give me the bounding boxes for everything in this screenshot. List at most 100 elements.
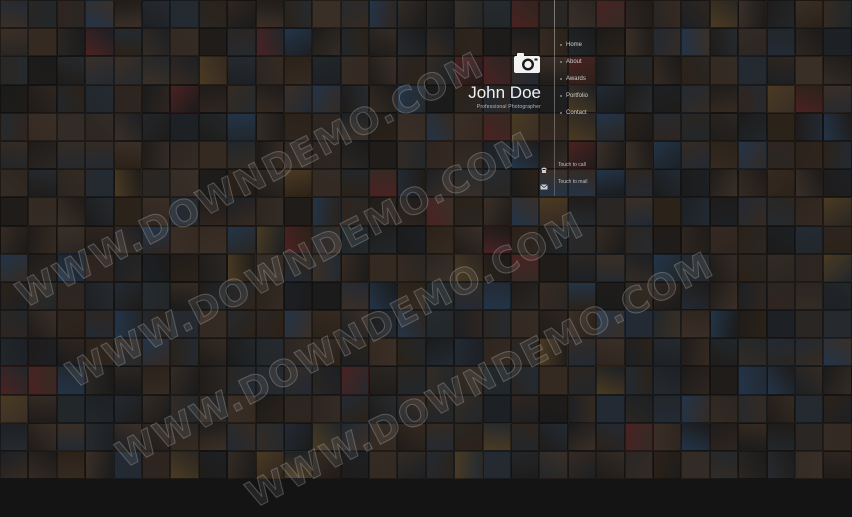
mosaic-tile bbox=[823, 338, 852, 367]
mosaic-tile bbox=[794, 253, 824, 282]
mosaic-tile bbox=[56, 366, 86, 395]
mosaic-tile bbox=[766, 28, 795, 57]
mosaic-tile bbox=[539, 366, 568, 395]
mosaic-tile bbox=[766, 169, 795, 198]
mosaic-tile bbox=[624, 140, 653, 170]
mosaic-tile bbox=[28, 253, 57, 282]
mosaic-tile bbox=[227, 84, 256, 113]
mosaic-tile bbox=[56, 28, 86, 57]
mosaic-tile bbox=[28, 366, 57, 395]
mosaic-tile bbox=[794, 28, 824, 57]
mosaic-tile bbox=[255, 56, 284, 85]
mosaic-tile bbox=[766, 197, 795, 226]
mosaic-tile bbox=[141, 56, 171, 85]
mosaic-tile bbox=[709, 169, 739, 198]
mosaic-tile bbox=[823, 140, 852, 170]
mosaic-tile bbox=[596, 338, 625, 367]
mosaic-tile bbox=[85, 394, 114, 423]
mosaic-tile bbox=[170, 310, 199, 339]
mosaic-tile bbox=[681, 422, 710, 451]
mosaic-tile bbox=[56, 56, 86, 85]
mosaic-tile bbox=[198, 169, 228, 198]
mosaic-tile bbox=[624, 0, 653, 29]
phone-contact[interactable]: Touch to call bbox=[540, 156, 587, 173]
mosaic-tile bbox=[0, 281, 29, 311]
mosaic-tile bbox=[454, 112, 483, 141]
mosaic-tile bbox=[369, 197, 398, 226]
mosaic-tile bbox=[397, 394, 426, 423]
nav-item-home[interactable]: Home bbox=[560, 36, 588, 53]
mosaic-tile bbox=[425, 366, 455, 395]
mosaic-tile bbox=[709, 338, 739, 367]
mosaic-tile bbox=[596, 56, 625, 85]
mosaic-tile bbox=[170, 225, 199, 254]
email-contact[interactable]: Touch to mail bbox=[540, 173, 587, 190]
nav-item-contact[interactable]: Contact bbox=[560, 104, 588, 121]
mosaic-tile bbox=[709, 366, 739, 395]
mosaic-tile bbox=[794, 140, 824, 170]
mosaic-tile bbox=[511, 112, 540, 141]
mosaic-tile bbox=[425, 28, 455, 57]
mosaic-tile bbox=[369, 310, 398, 339]
mosaic-tile bbox=[738, 225, 767, 254]
mosaic-tile bbox=[198, 56, 228, 85]
nav-item-awards[interactable]: Awards bbox=[560, 70, 588, 87]
mosaic-tile bbox=[794, 366, 824, 395]
mosaic-tile bbox=[425, 56, 455, 85]
mosaic-tile bbox=[567, 338, 597, 367]
mosaic-tile bbox=[397, 0, 426, 29]
mosaic-tile bbox=[425, 253, 455, 282]
mosaic-tile bbox=[511, 225, 540, 254]
mosaic-tile bbox=[283, 56, 313, 85]
nav-item-about[interactable]: About bbox=[560, 53, 588, 70]
mosaic-tile bbox=[454, 169, 483, 198]
mosaic-tile bbox=[198, 451, 228, 480]
mosaic-tile bbox=[113, 366, 142, 395]
mosaic-tile bbox=[170, 281, 199, 311]
mosaic-tile bbox=[766, 253, 795, 282]
mosaic-tile bbox=[794, 84, 824, 113]
main-nav: Home About Awards Portfolio Contact bbox=[560, 36, 588, 121]
mosaic-tile bbox=[397, 197, 426, 226]
mosaic-tile bbox=[624, 84, 653, 113]
mosaic-tile bbox=[397, 112, 426, 141]
mosaic-tile bbox=[823, 197, 852, 226]
mosaic-tile bbox=[0, 169, 29, 198]
mosaic-tile bbox=[681, 451, 710, 480]
mosaic-tile bbox=[652, 56, 682, 85]
mosaic-tile bbox=[681, 28, 710, 57]
nav-item-label: Contact bbox=[566, 109, 587, 116]
mosaic-tile bbox=[227, 0, 256, 29]
mosaic-tile bbox=[567, 422, 597, 451]
mosaic-tile bbox=[397, 338, 426, 367]
mosaic-tile bbox=[567, 394, 597, 423]
mosaic-tile bbox=[596, 112, 625, 141]
mosaic-tile bbox=[113, 169, 142, 198]
mosaic-tile bbox=[340, 253, 370, 282]
nav-item-portfolio[interactable]: Portfolio bbox=[560, 87, 588, 104]
email-contact-label: Touch to mail bbox=[558, 178, 588, 185]
mosaic-tile bbox=[539, 281, 568, 311]
mosaic-tile bbox=[198, 281, 228, 311]
mosaic-tile bbox=[454, 451, 483, 480]
mosaic-tile bbox=[482, 0, 512, 29]
mosaic-tile bbox=[794, 225, 824, 254]
mosaic-tile bbox=[369, 394, 398, 423]
mosaic-tile bbox=[709, 84, 739, 113]
mosaic-tile bbox=[85, 0, 114, 29]
mosaic-tile bbox=[0, 225, 29, 254]
mosaic-tile bbox=[0, 28, 29, 57]
mosaic-tile bbox=[766, 394, 795, 423]
mosaic-tile bbox=[283, 140, 313, 170]
mosaic-tile bbox=[511, 0, 540, 29]
mosaic-tile bbox=[794, 197, 824, 226]
mosaic-tile bbox=[85, 225, 114, 254]
mosaic-tile bbox=[652, 112, 682, 141]
mosaic-tile bbox=[85, 253, 114, 282]
mosaic-tile bbox=[794, 338, 824, 367]
mosaic-tile bbox=[255, 394, 284, 423]
mosaic-tile bbox=[255, 84, 284, 113]
mosaic-tile bbox=[425, 338, 455, 367]
mosaic-tile bbox=[227, 225, 256, 254]
mosaic-tile bbox=[170, 394, 199, 423]
